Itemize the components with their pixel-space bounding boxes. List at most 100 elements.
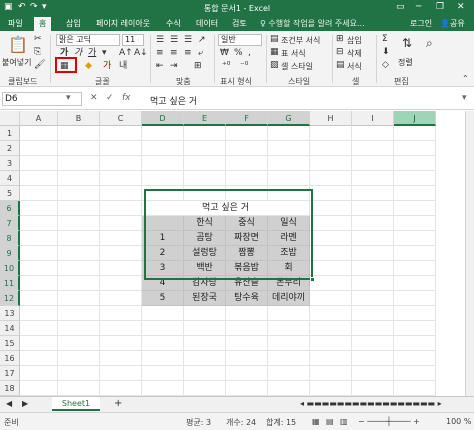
conditional-format-button[interactable]: 조건부 서식	[281, 35, 320, 46]
cell-b4[interactable]	[58, 171, 100, 186]
increase-indent-icon[interactable]: ⇥	[170, 62, 178, 71]
cell-e14[interactable]	[184, 321, 226, 336]
column-header-c[interactable]: C	[100, 111, 142, 126]
row-header-16[interactable]: 16	[0, 351, 20, 366]
row-header-18[interactable]: 18	[0, 381, 20, 396]
cell-i6[interactable]	[352, 201, 394, 216]
cell-e3[interactable]	[184, 156, 226, 171]
tab-formulas[interactable]: 수식	[166, 18, 181, 29]
cell-i12[interactable]	[352, 291, 394, 306]
sheet-tab-sheet1[interactable]: Sheet1	[52, 397, 100, 411]
cell-g3[interactable]	[268, 156, 310, 171]
cell-b12[interactable]	[58, 291, 100, 306]
cell-h5[interactable]	[310, 186, 352, 201]
cell-b11[interactable]	[58, 276, 100, 291]
cell-b17[interactable]	[58, 366, 100, 381]
table-cell[interactable]: 탕수육	[226, 291, 268, 306]
cell-i16[interactable]	[352, 351, 394, 366]
cell-b2[interactable]	[58, 141, 100, 156]
cell-a15[interactable]	[20, 336, 58, 351]
cell-b9[interactable]	[58, 246, 100, 261]
align-left-icon[interactable]: ≡	[156, 49, 164, 58]
share-button[interactable]: 👤공유	[440, 18, 465, 29]
cell-j5[interactable]	[394, 186, 436, 201]
cell-h16[interactable]	[310, 351, 352, 366]
cell-i14[interactable]	[352, 321, 394, 336]
cell-i8[interactable]	[352, 231, 394, 246]
row-header-1[interactable]: 1	[0, 126, 20, 141]
cell-f17[interactable]	[226, 366, 268, 381]
cell-f3[interactable]	[226, 156, 268, 171]
cell-styles-icon[interactable]: ▧	[270, 61, 279, 70]
cell-e16[interactable]	[184, 351, 226, 366]
row-header-17[interactable]: 17	[0, 366, 20, 381]
cell-h11[interactable]	[310, 276, 352, 291]
cell-a11[interactable]	[20, 276, 58, 291]
cell-h17[interactable]	[310, 366, 352, 381]
cell-a5[interactable]	[20, 186, 58, 201]
cell-j3[interactable]	[394, 156, 436, 171]
column-header-i[interactable]: I	[352, 111, 394, 126]
cell-a14[interactable]	[20, 321, 58, 336]
cell-j1[interactable]	[394, 126, 436, 141]
horizontal-scrollbar[interactable]: ◂ ▬▬▬▬▬▬▬▬▬▬▬▬▬▬▬▬▬ ▸	[300, 400, 442, 408]
formula-input[interactable]: 먹고 싶은 거	[150, 94, 197, 107]
cell-h8[interactable]	[310, 231, 352, 246]
font-color-icon[interactable]: 가	[103, 62, 111, 71]
cell-d18[interactable]	[142, 381, 184, 396]
cell-g15[interactable]	[268, 336, 310, 351]
add-sheet-button[interactable]: +	[114, 399, 122, 409]
cell-c10[interactable]	[100, 261, 142, 276]
row-header-10[interactable]: 10	[0, 261, 20, 276]
row-header-5[interactable]: 5	[0, 186, 20, 201]
cell-i2[interactable]	[352, 141, 394, 156]
decrease-indent-icon[interactable]: ⇤	[156, 62, 164, 71]
cell-styles-button[interactable]: 셀 스타일	[281, 61, 313, 72]
column-header-b[interactable]: B	[58, 111, 100, 126]
currency-button[interactable]: ₩	[220, 49, 229, 58]
cell-e2[interactable]	[184, 141, 226, 156]
cell-d3[interactable]	[142, 156, 184, 171]
cell-b16[interactable]	[58, 351, 100, 366]
align-center-icon[interactable]: ≡	[170, 49, 178, 58]
cell-h2[interactable]	[310, 141, 352, 156]
cell-b8[interactable]	[58, 231, 100, 246]
number-format-select[interactable]: 일반	[218, 34, 262, 46]
cancel-icon[interactable]: ✕	[90, 93, 98, 103]
column-header-g[interactable]: G	[268, 111, 310, 126]
cell-i4[interactable]	[352, 171, 394, 186]
cell-d13[interactable]	[142, 306, 184, 321]
comma-button[interactable]: ,	[248, 49, 251, 58]
cut-icon[interactable]: ✂	[34, 35, 42, 44]
cell-g1[interactable]	[268, 126, 310, 141]
table-cell[interactable]: 된장국	[184, 291, 226, 306]
cell-f13[interactable]	[226, 306, 268, 321]
ribbon-display-icon[interactable]: ▭	[396, 2, 405, 12]
cell-h4[interactable]	[310, 171, 352, 186]
cell-h10[interactable]	[310, 261, 352, 276]
orientation-icon[interactable]: ↗	[198, 36, 206, 45]
cell-b5[interactable]	[58, 186, 100, 201]
increase-font-icon[interactable]: A↑	[119, 49, 133, 58]
row-header-2[interactable]: 2	[0, 141, 20, 156]
cell-j14[interactable]	[394, 321, 436, 336]
cell-b14[interactable]	[58, 321, 100, 336]
cell-c5[interactable]	[100, 186, 142, 201]
insert-cells-icon[interactable]: ⊞	[336, 35, 344, 44]
cell-j17[interactable]	[394, 366, 436, 381]
cell-j9[interactable]	[394, 246, 436, 261]
cell-f4[interactable]	[226, 171, 268, 186]
cell-i10[interactable]	[352, 261, 394, 276]
cell-j12[interactable]	[394, 291, 436, 306]
cell-g14[interactable]	[268, 321, 310, 336]
page-break-view-icon[interactable]: ▥	[340, 417, 348, 426]
cell-f14[interactable]	[226, 321, 268, 336]
format-cells-button[interactable]: 서식	[347, 61, 362, 72]
cell-a1[interactable]	[20, 126, 58, 141]
cell-a7[interactable]	[20, 216, 58, 231]
cell-i7[interactable]	[352, 216, 394, 231]
cell-c9[interactable]	[100, 246, 142, 261]
table-cell[interactable]: 5	[142, 291, 184, 306]
column-header-j[interactable]: J	[394, 111, 436, 126]
cell-e1[interactable]	[184, 126, 226, 141]
